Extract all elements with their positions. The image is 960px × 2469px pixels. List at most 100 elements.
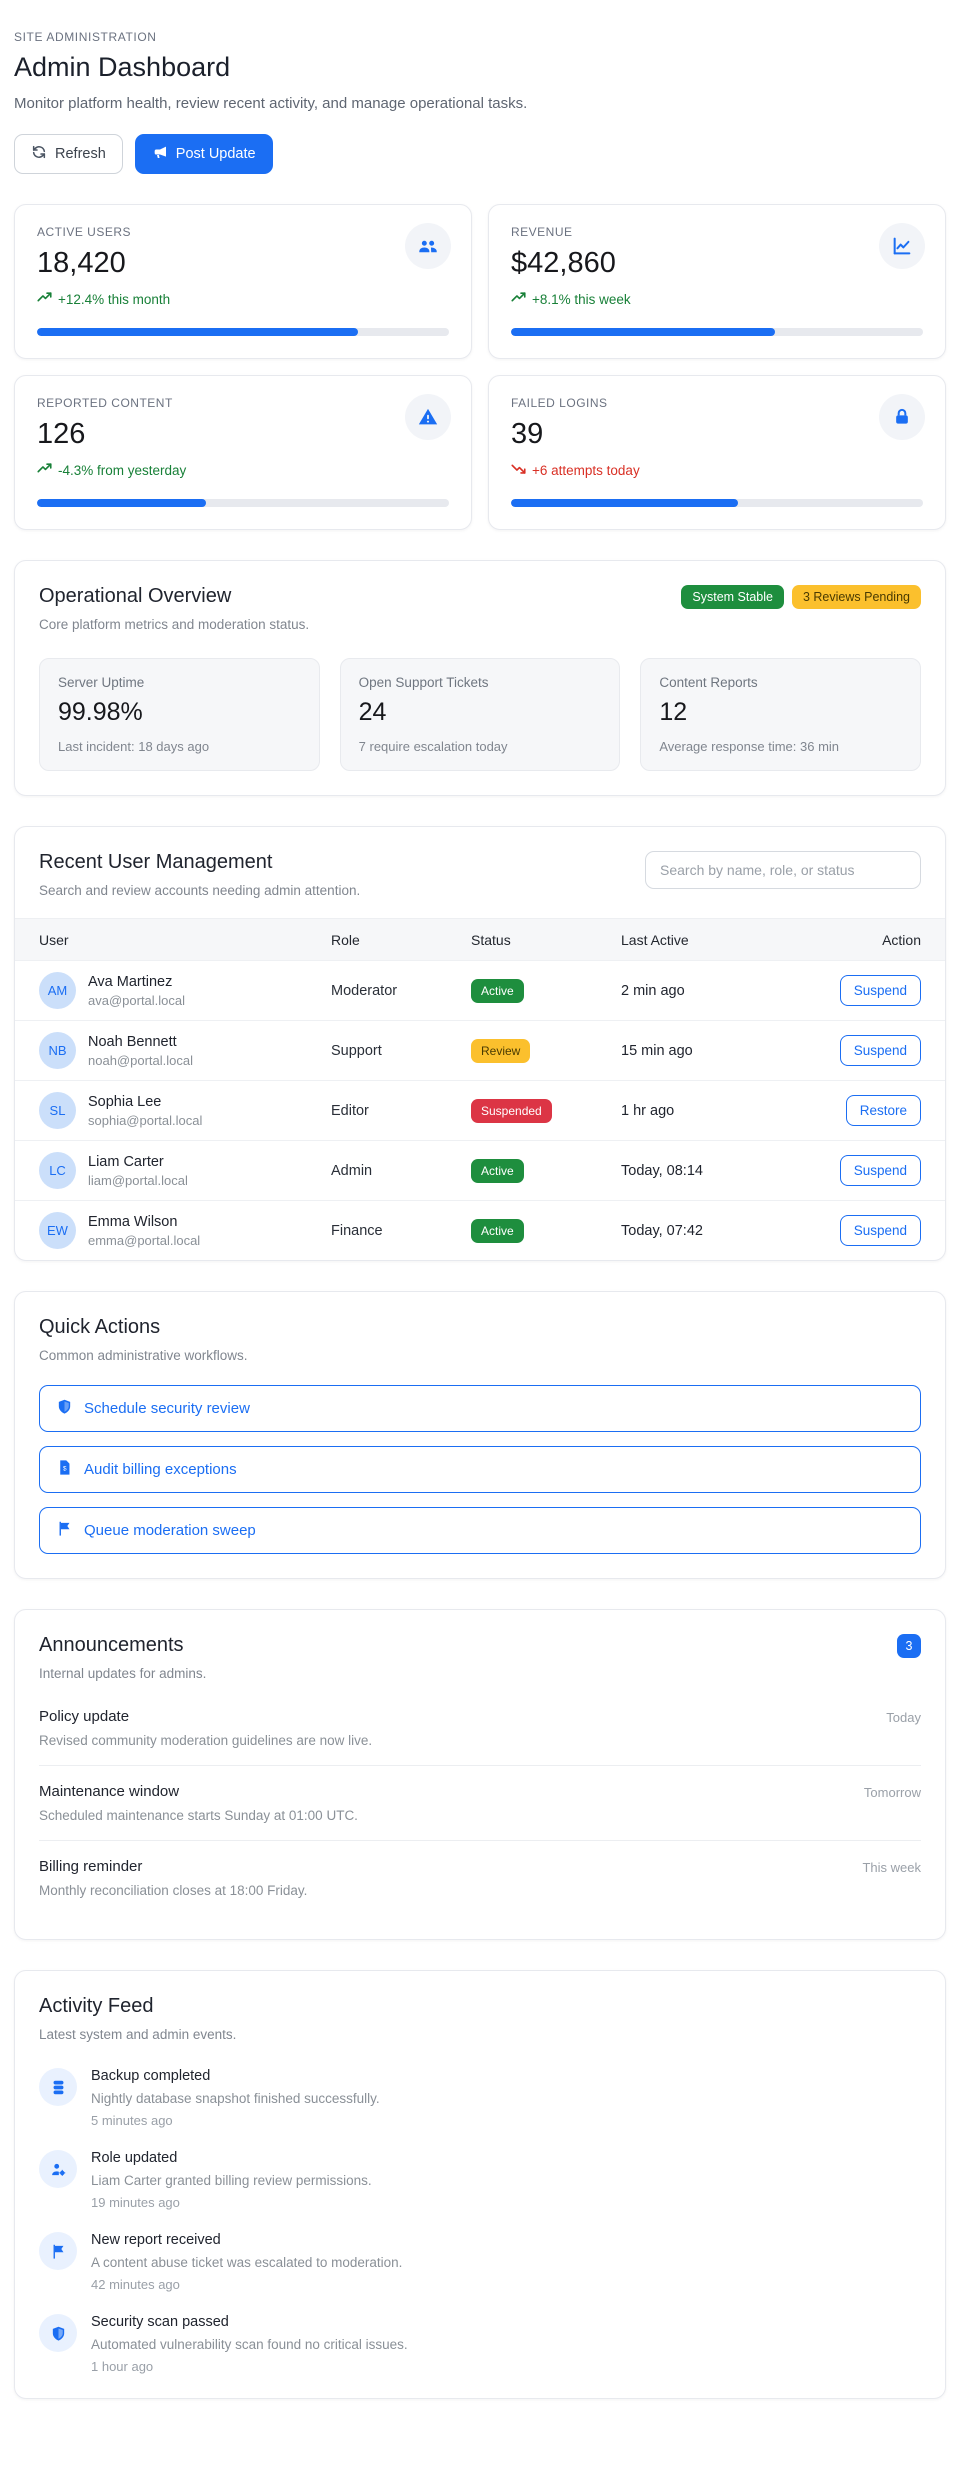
announcement-description: Scheduled maintenance starts Sunday at 0… xyxy=(39,1808,358,1823)
eyebrow: SITE ADMINISTRATION xyxy=(14,30,157,44)
event-title: Security scan passed xyxy=(91,2314,229,2330)
stat-trend: +12.4% this month xyxy=(37,290,449,308)
queue-moderation-sweep-button[interactable]: Queue moderation sweep xyxy=(39,1507,921,1554)
quick-action-label: Audit billing exceptions xyxy=(84,1461,237,1478)
metric-label: Server Uptime xyxy=(58,675,145,690)
last-active: 15 min ago xyxy=(621,1042,693,1059)
suspend-button[interactable]: Suspend xyxy=(839,1215,921,1246)
stat-trend: +6 attempts today xyxy=(511,461,923,479)
operational-overview-section: Operational Overview Core platform metri… xyxy=(14,560,946,796)
user-management-section: Recent User Management Search and review… xyxy=(14,826,946,1261)
page-header: SITE ADMINISTRATION Admin Dashboard Moni… xyxy=(14,30,946,174)
stat-progress-fill xyxy=(37,328,359,336)
status-badge: Active xyxy=(471,978,524,1003)
table-row: LC Liam Carter liam@portal.local Admin A… xyxy=(15,1140,945,1200)
metric-value: 99.98% xyxy=(58,698,143,726)
page-title: Admin Dashboard xyxy=(14,52,231,82)
billing-file-icon: $ xyxy=(56,1459,73,1480)
quick-actions-section: Quick Actions Common administrative work… xyxy=(14,1291,946,1579)
stat-progress xyxy=(37,499,449,507)
system-stable-badge: System Stable xyxy=(681,585,784,609)
section-subtitle: Internal updates for admins. xyxy=(39,1666,207,1681)
schedule-security-review-button[interactable]: Schedule security review xyxy=(39,1385,921,1432)
event-title: Role updated xyxy=(91,2150,178,2166)
refresh-label: Refresh xyxy=(55,146,106,162)
user-name: Emma Wilson xyxy=(88,1213,178,1230)
stat-progress xyxy=(511,328,923,336)
section-title: Recent User Management xyxy=(39,851,273,873)
user-role: Moderator xyxy=(331,982,398,999)
stat-trend-label: +12.4% this month xyxy=(58,291,171,307)
activity-feed-section: Activity Feed Latest system and admin ev… xyxy=(14,1970,946,2399)
line-chart-icon xyxy=(879,223,925,269)
section-subtitle: Common administrative workflows. xyxy=(39,1348,248,1363)
metric-server-uptime: Server Uptime 99.98% Last incident: 18 d… xyxy=(39,658,320,771)
announcements-section: Announcements Internal updates for admin… xyxy=(14,1609,946,1940)
post-update-button[interactable]: Post Update xyxy=(134,134,273,174)
stat-trend: +8.1% this week xyxy=(511,290,923,308)
refresh-icon xyxy=(31,144,47,164)
stat-value: 126 xyxy=(37,418,86,450)
suspend-button[interactable]: Suspend xyxy=(839,1155,921,1186)
event-description: A content abuse ticket was escalated to … xyxy=(91,2255,403,2270)
avatar: NB xyxy=(39,1032,76,1069)
event-time: 42 minutes ago xyxy=(91,2277,180,2292)
shield-icon xyxy=(56,1398,73,1419)
stat-progress-fill xyxy=(511,499,738,507)
avatar: EW xyxy=(39,1212,76,1249)
user-role: Finance xyxy=(331,1222,383,1239)
event-time: 1 hour ago xyxy=(91,2359,154,2374)
announcement-description: Revised community moderation guidelines … xyxy=(39,1733,373,1748)
stat-progress xyxy=(37,328,449,336)
page-subtitle: Monitor platform health, review recent a… xyxy=(14,95,528,112)
status-badge: Active xyxy=(471,1158,524,1183)
metric-label: Open Support Tickets xyxy=(358,675,489,690)
avatar: LC xyxy=(39,1152,76,1189)
audit-billing-exceptions-button[interactable]: $ Audit billing exceptions xyxy=(39,1446,921,1493)
header-actions: Refresh Post Update xyxy=(14,134,946,174)
list-item: New report received A content abuse tick… xyxy=(39,2232,921,2292)
shield-icon xyxy=(39,2314,77,2352)
trending-up-icon xyxy=(511,290,526,308)
user-table: User Role Status Last Active Action AM A… xyxy=(15,918,945,1260)
flag-icon xyxy=(39,2232,77,2270)
metric-note: 7 require escalation today xyxy=(358,739,508,754)
section-title: Announcements xyxy=(39,1634,184,1656)
flag-icon xyxy=(56,1520,73,1541)
suspend-button[interactable]: Suspend xyxy=(839,975,921,1006)
user-gear-icon xyxy=(39,2150,77,2188)
quick-action-label: Schedule security review xyxy=(84,1400,250,1417)
metric-open-tickets: Open Support Tickets 24 7 require escala… xyxy=(339,658,621,771)
stat-card-revenue: REVENUE $42,860 +8.1% this week xyxy=(488,204,946,359)
last-active: 2 min ago xyxy=(621,982,685,999)
stat-label: FAILED LOGINS xyxy=(511,396,608,410)
table-row: SL Sophia Lee sophia@portal.local Editor… xyxy=(15,1080,945,1140)
user-search-input[interactable] xyxy=(645,851,921,889)
post-update-label: Post Update xyxy=(175,146,256,162)
metric-value: 12 xyxy=(659,698,688,726)
trending-up-icon xyxy=(37,290,52,308)
stat-trend-label: +6 attempts today xyxy=(532,462,640,478)
event-description: Liam Carter granted billing review permi… xyxy=(91,2173,372,2188)
lock-icon xyxy=(879,394,925,440)
suspend-button[interactable]: Suspend xyxy=(839,1035,921,1066)
list-item: Maintenance window Scheduled maintenance… xyxy=(39,1765,921,1840)
refresh-button[interactable]: Refresh xyxy=(14,134,123,174)
section-subtitle: Latest system and admin events. xyxy=(39,2027,237,2042)
user-role: Admin xyxy=(331,1162,373,1179)
last-active: Today, 08:14 xyxy=(621,1162,703,1179)
restore-button[interactable]: Restore xyxy=(845,1095,921,1126)
stat-label: REPORTED CONTENT xyxy=(37,396,173,410)
user-name: Sophia Lee xyxy=(88,1093,162,1110)
stat-value: 18,420 xyxy=(37,247,126,279)
user-name: Noah Bennett xyxy=(88,1033,177,1050)
trending-down-icon xyxy=(511,461,526,479)
announcement-count-badge: 3 xyxy=(897,1634,921,1658)
metric-note: Last incident: 18 days ago xyxy=(58,739,210,754)
column-last-active: Last Active xyxy=(621,931,689,948)
event-time: 19 minutes ago xyxy=(91,2195,180,2210)
reviews-pending-badge: 3 Reviews Pending xyxy=(791,585,921,609)
quick-action-list: Schedule security review $ Audit billing… xyxy=(39,1385,921,1554)
event-description: Automated vulnerability scan found no cr… xyxy=(91,2337,408,2352)
user-email: liam@portal.local xyxy=(88,1172,188,1188)
